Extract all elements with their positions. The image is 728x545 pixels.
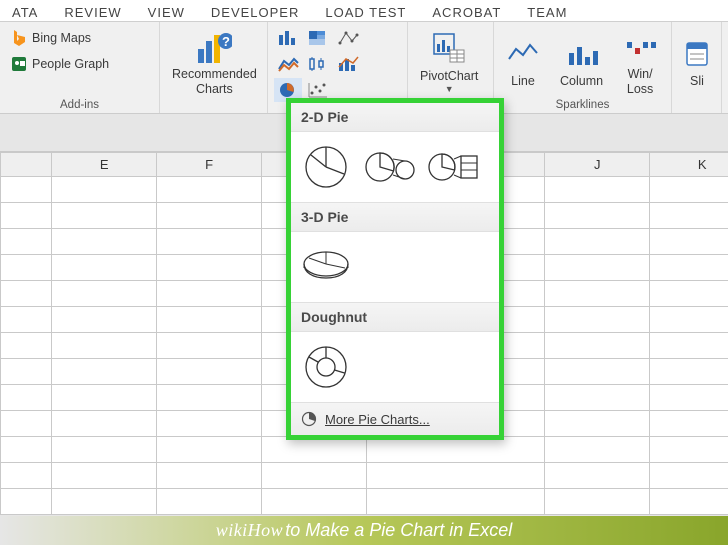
btn-bing-maps[interactable]: Bing Maps (6, 26, 153, 50)
dd-section-doughnut: Doughnut (291, 302, 499, 332)
recommended-charts-icon: ? (196, 27, 232, 67)
col-header-e[interactable]: E (52, 153, 157, 177)
group-recommended: ? Recommended Charts (160, 22, 268, 113)
more-pie-charts[interactable]: More Pie Charts... (291, 402, 499, 435)
btn-column-chart[interactable] (274, 26, 302, 50)
slicer-label: Sli (690, 74, 704, 88)
col-header-f[interactable]: F (157, 153, 262, 177)
tab-review[interactable]: REVIEW (52, 2, 133, 21)
tab-acrobat[interactable]: ACROBAT (420, 2, 513, 21)
col-header-j[interactable]: J (545, 153, 650, 177)
pie-2d-basic[interactable] (299, 140, 353, 194)
btn-slicer[interactable]: Sli (678, 32, 716, 90)
people-graph-icon (10, 55, 28, 73)
pivotchart-label: PivotChart (420, 69, 478, 83)
btn-combo-chart[interactable] (334, 52, 362, 76)
watermark-brand: wikiHow (216, 520, 284, 541)
sparkline-column-icon (565, 34, 599, 74)
btn-statistic-chart[interactable] (304, 52, 332, 76)
group-addins-label: Add-ins (0, 99, 159, 111)
sparkline-line-icon (506, 34, 540, 74)
pie-3d-basic[interactable] (299, 240, 353, 294)
sparkline-winloss-icon (623, 27, 657, 67)
doughnut-basic[interactable] (299, 340, 353, 394)
group-sparklines: Line Column Win/ Loss Sparklines (494, 22, 672, 113)
group-addins: Bing Maps People Graph Add-ins (0, 22, 160, 113)
tab-team[interactable]: TEAM (515, 2, 579, 21)
slicer-icon (684, 34, 710, 74)
btn-spark-line[interactable]: Line (500, 32, 546, 90)
spark-winloss-label: Win/ Loss (627, 67, 653, 96)
chart-type-grid (274, 26, 362, 102)
pie-2d-bar-of-pie[interactable] (427, 140, 481, 194)
spark-line-label: Line (511, 74, 535, 88)
tab-developer[interactable]: DEVELOPER (199, 2, 311, 21)
spark-column-label: Column (560, 74, 603, 88)
ribbon-tabs: ATA REVIEW VIEW DEVELOPER LOAD TEST ACRO… (0, 0, 728, 22)
btn-hierarchy-chart[interactable] (304, 26, 332, 50)
btn-recommended-charts[interactable]: ? Recommended Charts (166, 25, 263, 98)
group-sparklines-label: Sparklines (494, 99, 671, 111)
pie-icon (301, 411, 317, 427)
col-header[interactable] (1, 153, 52, 177)
btn-waterfall-chart[interactable] (334, 26, 362, 50)
dropdown-arrow-icon: ▼ (445, 84, 454, 94)
pie-chart-dropdown: 2-D Pie 3-D Pie Doughnut More Pie Charts… (286, 98, 504, 440)
watermark-text: to Make a Pie Chart in Excel (285, 520, 512, 541)
btn-line-chart[interactable] (274, 52, 302, 76)
dd-section-3d: 3-D Pie (291, 202, 499, 232)
btn-spark-winloss[interactable]: Win/ Loss (617, 25, 663, 98)
tab-view[interactable]: VIEW (136, 2, 197, 21)
bing-maps-label: Bing Maps (32, 31, 91, 45)
tab-data[interactable]: ATA (0, 2, 50, 21)
btn-spark-column[interactable]: Column (554, 32, 609, 90)
more-pie-charts-label: More Pie Charts... (325, 412, 430, 427)
pie-2d-pie-of-pie[interactable] (363, 140, 417, 194)
people-graph-label: People Graph (32, 57, 109, 71)
btn-people-graph[interactable]: People Graph (6, 52, 153, 76)
tab-loadtest[interactable]: LOAD TEST (313, 2, 418, 21)
dd-section-2d: 2-D Pie (291, 103, 499, 132)
svg-text:?: ? (222, 34, 230, 49)
group-filters: Sli (672, 22, 722, 113)
recommended-charts-label: Recommended Charts (172, 67, 257, 96)
btn-pivotchart[interactable]: PivotChart ▼ (414, 27, 484, 95)
bing-icon (10, 29, 28, 47)
col-header-k[interactable]: K (650, 153, 728, 177)
pivotchart-icon (432, 29, 466, 69)
